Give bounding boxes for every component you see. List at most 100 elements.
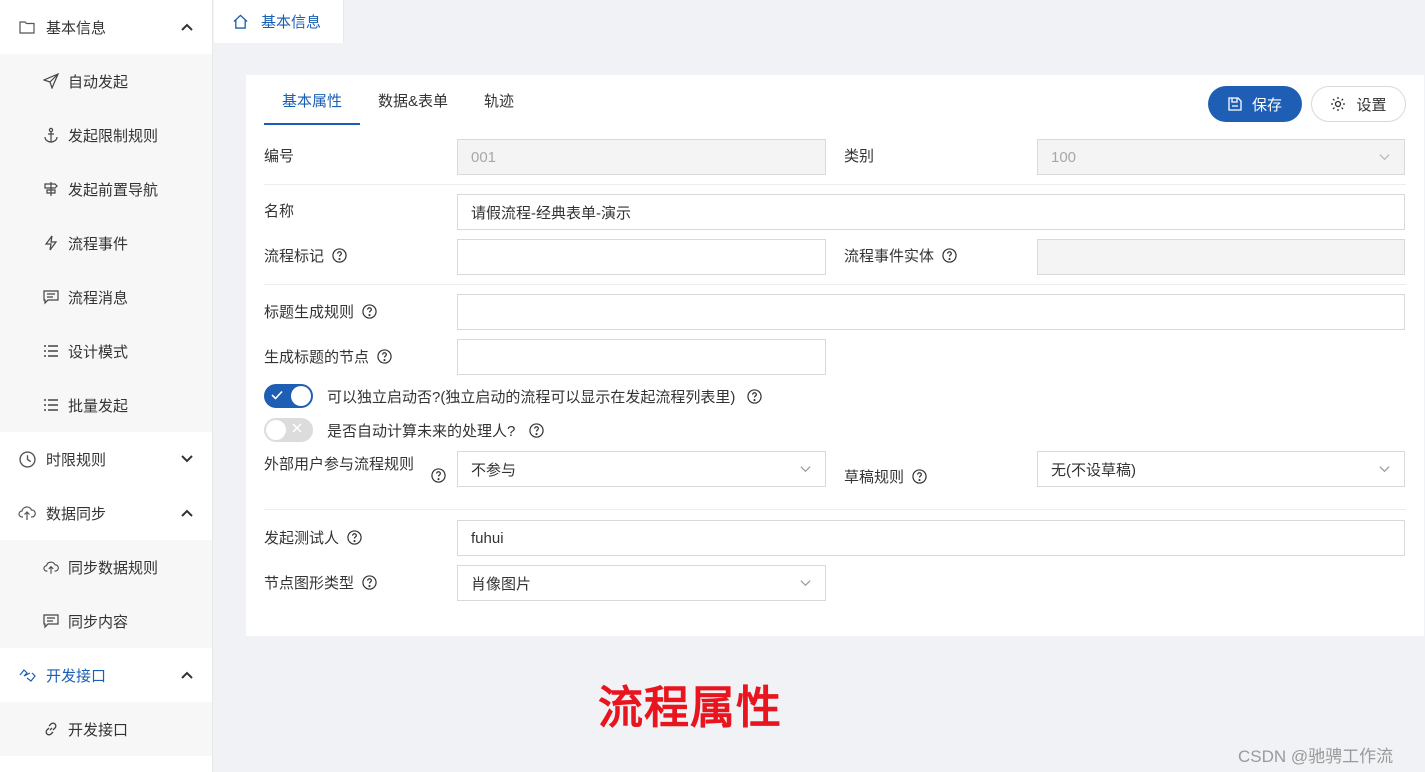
breadcrumb-tab[interactable]: 基本信息 bbox=[214, 0, 344, 43]
sidebar-group-data-sync[interactable]: 数据同步 bbox=[0, 486, 212, 540]
cloud-upload-icon bbox=[43, 559, 59, 575]
switch-knob bbox=[291, 386, 311, 406]
sidebar-group-basic-info[interactable]: 基本信息 bbox=[0, 0, 212, 54]
sidebar-item-label: 开发接口 bbox=[68, 721, 129, 739]
sidebar-item-label: 流程事件 bbox=[68, 235, 129, 253]
sidebar-item-flow-messages[interactable]: 流程消息 bbox=[0, 270, 212, 324]
sidebar-group-label: 时限规则 bbox=[46, 451, 107, 469]
name-field[interactable]: 请假流程-经典表单-演示 bbox=[457, 194, 1405, 230]
flow-mark-label: 流程标记 bbox=[264, 245, 347, 266]
event-entity-label: 流程事件实体 bbox=[844, 245, 957, 266]
name-value: 请假流程-经典表单-演示 bbox=[471, 204, 631, 222]
category-value: 100 bbox=[1051, 148, 1077, 166]
help-icon[interactable] bbox=[347, 530, 362, 545]
help-icon[interactable] bbox=[431, 468, 446, 483]
name-label: 名称 bbox=[264, 203, 295, 220]
auto-calc-label: 是否自动计算未来的处理人? bbox=[327, 420, 545, 441]
sidebar-item-auto-start[interactable]: 自动发起 bbox=[0, 54, 212, 108]
sidebar-item-flow-events[interactable]: 流程事件 bbox=[0, 216, 212, 270]
switch-knob bbox=[266, 420, 286, 440]
node-shape-label: 节点图形类型 bbox=[264, 572, 377, 593]
list-icon bbox=[43, 397, 59, 413]
settings-button[interactable]: 设置 bbox=[1311, 86, 1406, 122]
breadcrumb-label: 基本信息 bbox=[261, 14, 322, 31]
tab-basic-properties[interactable]: 基本属性 bbox=[264, 75, 361, 125]
sidebar-item-dev-api[interactable]: 开发接口 bbox=[0, 702, 212, 756]
node-shape-select[interactable]: 肖像图片 bbox=[457, 565, 826, 601]
sidebar-item-label: 发起限制规则 bbox=[68, 127, 159, 145]
sidebar-group-dev-api[interactable]: 开发接口 bbox=[0, 648, 212, 702]
send-icon bbox=[43, 73, 59, 89]
flow-mark-field[interactable] bbox=[457, 239, 826, 275]
category-label: 类别 bbox=[844, 148, 875, 165]
divider bbox=[264, 509, 1406, 510]
chevron-up-icon bbox=[180, 20, 194, 34]
sidebar-item-design-mode[interactable]: 设计模式 bbox=[0, 324, 212, 378]
help-icon[interactable] bbox=[942, 248, 957, 263]
sidebar-item-pre-start-navigation[interactable]: 发起前置导航 bbox=[0, 162, 212, 216]
help-icon[interactable] bbox=[912, 469, 927, 484]
sidebar-group-label: 开发接口 bbox=[46, 667, 107, 685]
sidebar-item-label: 自动发起 bbox=[68, 73, 129, 91]
save-button-label: 保存 bbox=[1251, 96, 1282, 114]
message-icon bbox=[43, 289, 59, 305]
save-button[interactable]: 保存 bbox=[1208, 86, 1302, 122]
sidebar-item-label: 发起前置导航 bbox=[68, 181, 159, 199]
draft-rule-label: 草稿规则 bbox=[844, 466, 927, 487]
external-user-value: 不参与 bbox=[471, 461, 517, 479]
auto-calc-switch[interactable] bbox=[264, 418, 313, 442]
help-icon[interactable] bbox=[362, 575, 377, 590]
cloud-upload-icon bbox=[18, 504, 36, 522]
sidebar-item-batch-start[interactable]: 批量发起 bbox=[0, 378, 212, 432]
title-rule-field[interactable] bbox=[457, 294, 1405, 330]
signpost-icon bbox=[43, 181, 59, 197]
sidebar-item-start-limit-rules[interactable]: 发起限制规则 bbox=[0, 108, 212, 162]
tester-field[interactable]: fuhui bbox=[457, 520, 1405, 556]
event-entity-field[interactable] bbox=[1037, 239, 1405, 275]
sidebar-submenu-dev-api: 开发接口 bbox=[0, 702, 212, 756]
sidebar-item-label: 同步内容 bbox=[68, 613, 129, 631]
sidebar-group-label: 基本信息 bbox=[46, 19, 107, 37]
title-rule-label: 标题生成规则 bbox=[264, 301, 377, 322]
anchor-icon bbox=[43, 127, 59, 143]
external-user-select[interactable]: 不参与 bbox=[457, 451, 826, 487]
sidebar-item-label: 流程消息 bbox=[68, 289, 129, 307]
help-icon[interactable] bbox=[747, 389, 763, 404]
help-icon[interactable] bbox=[529, 423, 545, 438]
sidebar-group-time-limit-rules[interactable]: 时限规则 bbox=[0, 432, 212, 486]
category-select[interactable]: 100 bbox=[1037, 139, 1405, 175]
draft-rule-select[interactable]: 无(不设草稿) bbox=[1037, 451, 1405, 487]
save-icon bbox=[1228, 97, 1242, 111]
sidebar-item-label: 设计模式 bbox=[68, 343, 129, 361]
sidebar-submenu-data-sync: 同步数据规则 同步内容 bbox=[0, 540, 212, 648]
help-icon[interactable] bbox=[377, 349, 392, 364]
sidebar-item-sync-data-rules[interactable]: 同步数据规则 bbox=[0, 540, 212, 594]
sidebar-item-label: 批量发起 bbox=[68, 397, 129, 415]
chevron-down-icon bbox=[180, 452, 194, 466]
watermark: CSDN @驰骋工作流 bbox=[1238, 747, 1394, 766]
sidebar: 基本信息 自动发起 发起限制规则 发起前置导航 流程事件 流程消息 设计模式 批… bbox=[0, 0, 213, 772]
chevron-down-icon bbox=[799, 462, 813, 476]
title-node-field[interactable] bbox=[457, 339, 826, 375]
code-field[interactable]: 001 bbox=[457, 139, 826, 175]
node-shape-value: 肖像图片 bbox=[471, 575, 532, 593]
top-bar: 基本信息 bbox=[214, 0, 1425, 43]
code-label: 编号 bbox=[264, 148, 295, 165]
list-icon bbox=[43, 343, 59, 359]
sidebar-item-sync-content[interactable]: 同步内容 bbox=[0, 594, 212, 648]
tab-trajectory[interactable]: 轨迹 bbox=[466, 75, 532, 125]
standalone-label: 可以独立启动否?(独立启动的流程可以显示在发起流程列表里) bbox=[327, 386, 763, 407]
tab-bar: 基本属性 数据&表单 轨迹 bbox=[264, 75, 532, 125]
sidebar-item-label: 同步数据规则 bbox=[68, 559, 159, 577]
message-icon bbox=[43, 613, 59, 629]
standalone-switch[interactable] bbox=[264, 384, 313, 408]
title-node-label: 生成标题的节点 bbox=[264, 346, 392, 367]
sidebar-submenu-basic-info: 自动发起 发起限制规则 发起前置导航 流程事件 流程消息 设计模式 批量发起 bbox=[0, 54, 212, 432]
help-icon[interactable] bbox=[362, 304, 377, 319]
code-value: 001 bbox=[471, 148, 497, 166]
help-icon[interactable] bbox=[332, 248, 347, 263]
chevron-up-icon bbox=[180, 506, 194, 520]
settings-button-label: 设置 bbox=[1356, 96, 1387, 114]
external-user-label: 外部用户参与流程规则 bbox=[264, 456, 415, 473]
tab-data-forms[interactable]: 数据&表单 bbox=[360, 75, 466, 125]
